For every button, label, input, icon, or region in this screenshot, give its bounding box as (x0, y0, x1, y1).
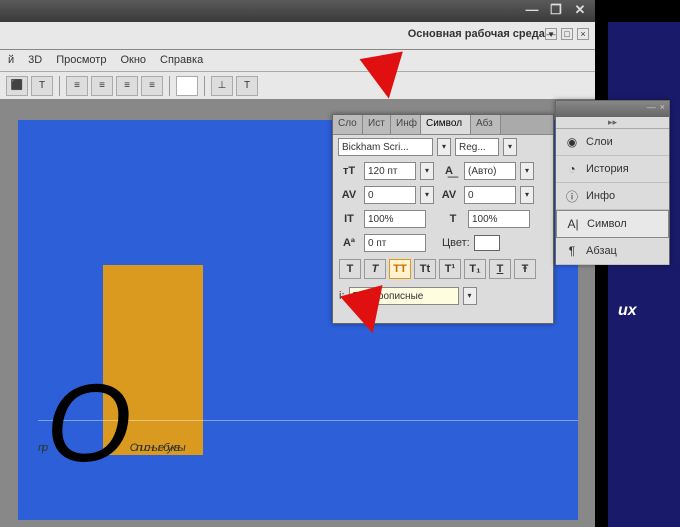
side-panel-header: — × (556, 101, 669, 117)
vscale-icon: IT (338, 210, 360, 228)
align-right-button[interactable]: ≡ (116, 76, 138, 96)
text-big-o: О (46, 360, 130, 487)
dropdown-icon[interactable]: ▾ (463, 287, 477, 305)
baseline-shift-input[interactable] (364, 234, 426, 252)
underline-button[interactable]: T (489, 259, 511, 279)
font-family-select[interactable] (338, 138, 433, 156)
align-justify-button[interactable]: ≡ (141, 76, 163, 96)
background-strip: их (608, 22, 680, 527)
align-left-button[interactable]: ≡ (66, 76, 88, 96)
window-titlebar: — ❐ ✕ (0, 0, 595, 22)
faux-italic-button[interactable]: T (364, 259, 386, 279)
tab-character[interactable]: Символ (421, 115, 471, 134)
warp-text-button[interactable]: ⊥ (211, 76, 233, 96)
text-rest: Описные буквы (130, 442, 184, 454)
dock-item-paragraph[interactable]: ¶ Абзац (556, 238, 669, 265)
separator (59, 76, 60, 96)
panel-close-icon[interactable]: × (660, 102, 665, 116)
dock-item-label: Абзац (586, 245, 617, 257)
leading-icon: A͟ (438, 162, 460, 180)
tab-history[interactable]: Ист (363, 115, 391, 134)
superscript-button[interactable]: T¹ (439, 259, 461, 279)
dropdown-icon[interactable]: ▾ (520, 186, 534, 204)
small-caps-button[interactable]: Tt (414, 259, 436, 279)
dropdown-icon[interactable]: ▾ (520, 162, 534, 180)
leading-input[interactable] (464, 162, 516, 180)
font-style-select[interactable] (455, 138, 499, 156)
panel-collapse-icon[interactable]: — (647, 102, 656, 116)
main-menu: й 3D Просмотр Окно Справка (0, 50, 595, 72)
bg-text: их (618, 302, 637, 320)
side-panel-dock: — × ▸▸ ◉ Слои ◔ История ⓘ Инфо A| Символ… (555, 100, 670, 265)
info-icon: ⓘ (564, 188, 580, 204)
panel-tab-bar: Сло Ист Инф Символ Абз (333, 115, 553, 135)
history-icon: ◔ (564, 161, 580, 177)
tab-layers[interactable]: Сло (333, 115, 363, 134)
character-icon: A| (565, 216, 581, 232)
type-options-row: T T TT Tt T¹ T₁ T Ŧ (333, 255, 553, 283)
menu-view[interactable]: Просмотр (56, 54, 106, 67)
menu-window[interactable]: Окно (120, 54, 146, 67)
separator (204, 76, 205, 96)
window-maximize-button[interactable]: ❐ (547, 2, 565, 18)
dock-item-label: История (586, 163, 629, 175)
dock-item-label: Символ (587, 218, 627, 230)
cursive-text-layer[interactable]: прООписные буквы (38, 350, 184, 477)
color-label: Цвет: (442, 237, 470, 249)
workspace-bar: Основная рабочая среда — □ × (0, 22, 595, 50)
tab-info[interactable]: Инф (391, 115, 421, 134)
menu-3d[interactable]: 3D (28, 54, 42, 67)
align-center-button[interactable]: ≡ (91, 76, 113, 96)
horizontal-scale-input[interactable] (468, 210, 530, 228)
doc-close-button[interactable]: × (577, 28, 589, 40)
options-bar: ⬛ T ≡ ≡ ≡ ≡ ⊥ T (0, 72, 595, 100)
dock-item-layers[interactable]: ◉ Слои (556, 129, 669, 156)
text-color-swatch[interactable] (474, 235, 500, 251)
menu-help[interactable]: Справка (160, 54, 203, 67)
layers-icon: ◉ (564, 134, 580, 150)
all-caps-button[interactable]: TT (389, 259, 411, 279)
workspace-switcher[interactable]: Основная рабочая среда (408, 28, 555, 40)
font-size-icon: тТ (338, 162, 360, 180)
doc-restore-button[interactable]: □ (561, 28, 573, 40)
subscript-button[interactable]: T₁ (464, 259, 486, 279)
text-color-swatch[interactable] (176, 76, 198, 96)
doc-minimize-button[interactable]: — (545, 28, 557, 40)
hscale-icon: T (442, 210, 464, 228)
paragraph-icon: ¶ (564, 243, 580, 259)
panel-expand-toggle[interactable]: ▸▸ (556, 117, 669, 129)
dropdown-icon[interactable]: ▾ (503, 138, 517, 156)
panels-toggle-button[interactable]: T (236, 76, 258, 96)
kerning-input[interactable] (364, 186, 416, 204)
vertical-scale-input[interactable] (364, 210, 426, 228)
window-minimize-button[interactable]: — (523, 2, 541, 18)
tab-paragraph[interactable]: Абз (471, 115, 501, 134)
orientation-button[interactable]: T (31, 76, 53, 96)
dropdown-icon[interactable]: ▾ (437, 138, 451, 156)
tracking-input[interactable] (464, 186, 516, 204)
dropdown-icon[interactable]: ▾ (420, 162, 434, 180)
tracking-icon: AV (438, 186, 460, 204)
dock-item-label: Слои (586, 136, 613, 148)
window-close-button[interactable]: ✕ (571, 2, 589, 18)
strikethrough-button[interactable]: Ŧ (514, 259, 536, 279)
tool-preset-button[interactable]: ⬛ (6, 76, 28, 96)
text-prefix: пр (38, 442, 46, 454)
dropdown-icon[interactable]: ▾ (420, 186, 434, 204)
dock-item-info[interactable]: ⓘ Инфо (556, 183, 669, 210)
kerning-icon: AV (338, 186, 360, 204)
annotation-arrow-top (360, 52, 411, 103)
dock-item-history[interactable]: ◔ История (556, 156, 669, 183)
menu-item[interactable]: й (8, 54, 14, 67)
dock-item-label: Инфо (586, 190, 615, 202)
faux-bold-button[interactable]: T (339, 259, 361, 279)
font-size-input[interactable] (364, 162, 416, 180)
separator (169, 76, 170, 96)
baseline-shift-icon: Aª (338, 234, 360, 252)
dock-item-character[interactable]: A| Символ (556, 210, 669, 238)
